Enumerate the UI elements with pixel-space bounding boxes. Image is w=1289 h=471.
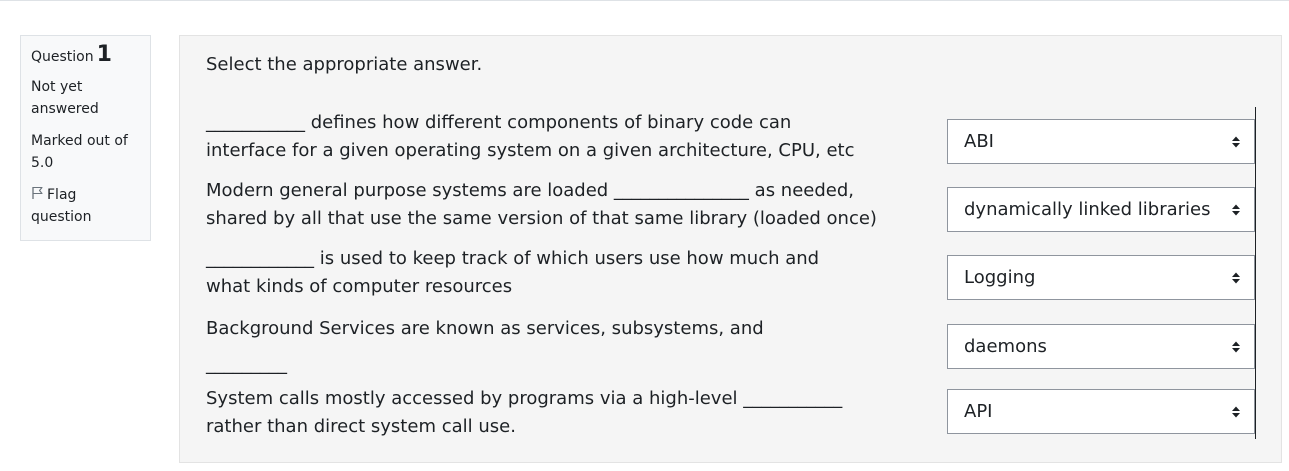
match-question-text: ____________ is used to keep track of wh… — [206, 248, 820, 297]
question-state: Not yet answered — [31, 79, 99, 117]
match-question-text: Modern general purpose systems are loade… — [206, 180, 877, 229]
answer-select[interactable]: daemons — [947, 324, 1255, 369]
question-grade: Marked out of 5.0 — [31, 133, 128, 171]
select-arrows-icon — [1230, 134, 1242, 150]
question-label: Question — [31, 49, 94, 65]
match-question-text: Background Services are known as service… — [206, 318, 764, 375]
answer-select[interactable]: API — [947, 389, 1255, 434]
select-arrows-icon — [1230, 202, 1242, 218]
answer-select-value: API — [964, 401, 993, 422]
question-content: Select the appropriate answer. _________… — [179, 35, 1282, 463]
answer-select-value: daemons — [964, 336, 1047, 357]
answer-select-value: Logging — [964, 267, 1036, 288]
answer-select-value: ABI — [964, 131, 994, 152]
select-arrows-icon — [1230, 270, 1242, 286]
question-info-panel: Question 1 Not yet answered Marked out o… — [20, 35, 151, 241]
answer-select[interactable]: dynamically linked libraries — [947, 187, 1255, 232]
flag-icon — [31, 185, 45, 199]
match-question-text: System calls mostly accessed by programs… — [206, 388, 843, 437]
answer-column-divider — [1255, 107, 1256, 439]
answer-select[interactable]: ABI — [947, 119, 1255, 164]
match-question-text: ___________ defines how different compon… — [206, 112, 855, 161]
select-arrows-icon — [1230, 404, 1242, 420]
question-number-value: 1 — [96, 42, 112, 67]
flag-question-link[interactable]: Flag question — [31, 184, 140, 228]
select-arrows-icon — [1230, 339, 1242, 355]
question-number: Question 1 — [31, 44, 140, 68]
question-prompt: Select the appropriate answer. — [206, 54, 483, 75]
answer-select-value: dynamically linked libraries — [964, 199, 1211, 220]
answer-select[interactable]: Logging — [947, 255, 1255, 300]
top-divider — [0, 0, 1289, 3]
